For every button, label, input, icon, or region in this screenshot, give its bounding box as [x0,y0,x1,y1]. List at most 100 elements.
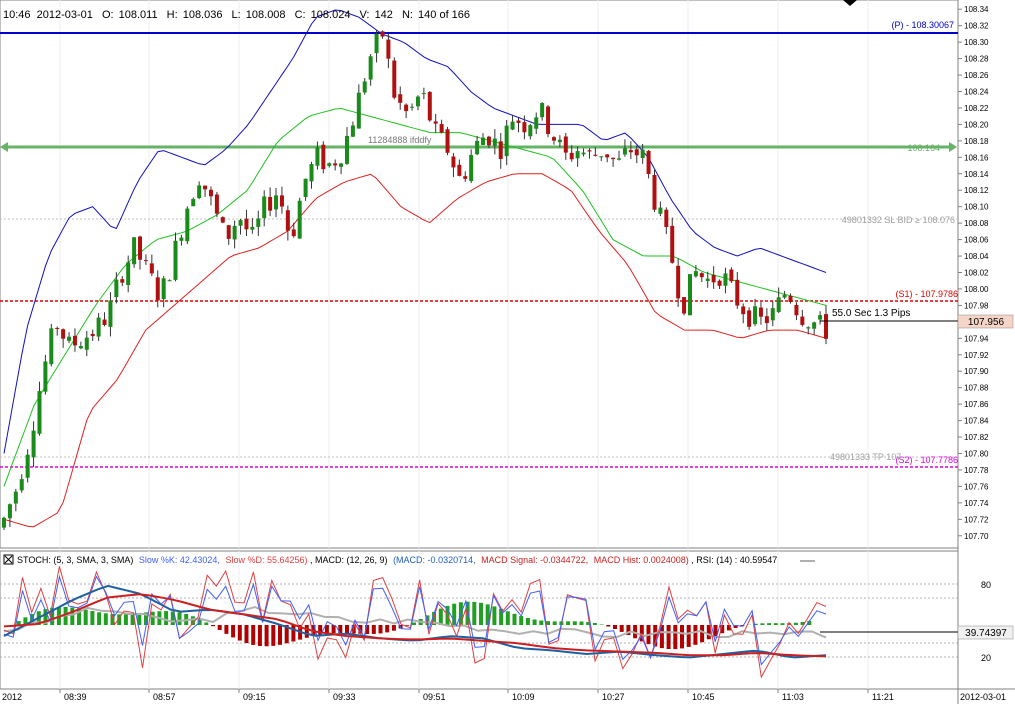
candle-body [794,305,798,315]
macd-hist-bar [580,621,584,625]
indicator-tick-80: 80 [981,580,991,590]
macd-hist-bar [238,625,242,641]
macd-hist-bar [372,625,376,634]
candle-body [209,190,213,197]
candle-body [363,81,367,92]
candle-body [310,164,314,181]
candle-body [747,310,751,326]
candle-body [777,297,781,312]
macd-hist-bar [700,625,704,642]
macd-hist-bar [606,625,610,627]
candle-body [173,241,177,280]
macd-hist-bar [379,625,383,633]
macd-hist-bar [164,611,168,625]
header-low-label: L: [232,9,241,21]
candle-body [670,226,674,263]
macd-hist-bar [204,622,208,625]
y-tick-label: 108.16 [964,153,989,162]
candle-body [712,275,716,282]
candle-body [168,280,172,281]
candle-body [73,336,77,345]
candle-body [114,280,118,297]
candle-body [250,227,254,230]
y-tick-label: 108.10 [964,203,989,212]
macd-hist-bar [539,621,543,625]
candle-body [26,455,30,478]
candle-body [511,122,515,130]
candle-body [49,328,53,364]
candle-body [552,137,556,140]
macd-hist-bar [178,612,182,625]
candle-body [428,92,432,120]
candle-body [676,266,680,299]
y-tick-label: 107.90 [964,367,989,376]
candle-body [576,151,580,158]
candle-body [286,210,290,231]
y-tick-label: 108.18 [964,137,989,146]
indicator-legend: STOCH: (5, 3, SMA, 3, SMA) Slow %K: 42.4… [17,555,777,565]
candle-body [398,94,402,103]
legend-macd: , MACD: (12, 26, 9) [310,555,388,565]
y-tick-label: 107.86 [964,400,989,409]
current-price-value: 107.956 [968,317,1005,328]
indicator-tick-20: 20 [981,653,991,663]
candle-body [274,195,278,209]
macd-hist-bar [385,625,389,632]
candle-body [292,229,296,236]
candle-body [505,126,509,157]
header-date: 2012-03-01 [37,9,93,21]
time-x-axis: 201208:3908:5709:1509:3309:5110:0910:271… [2,689,1006,702]
macd-hist-bar [124,614,128,625]
candle-body [658,208,662,214]
y-tick-label: 107.76 [964,482,989,491]
candle-body [570,153,574,159]
macd-hist-bar [593,623,597,625]
macd-hist-bar [278,625,282,645]
candle-body [806,327,810,328]
candle-body [463,176,467,179]
candle-body [108,301,112,327]
macd-hist-bar [620,625,624,632]
candle-body [629,150,633,152]
y-tick-label: 107.94 [964,334,989,343]
y-tick-label: 108.06 [964,236,989,245]
chart-svg: 108.34108.32108.30108.28108.26108.24108.… [0,0,1015,704]
price-y-axis: 108.34108.32108.30108.28108.26108.24108.… [958,5,989,541]
candle-body [469,155,473,181]
candle-body [120,279,124,283]
order-label: 11284888 ifddfy [368,135,432,145]
header-time: 10:46 [3,9,31,21]
candle-body [227,225,231,239]
candle-body [771,308,775,320]
y-tick-label: 108.08 [964,219,989,228]
x-tick-label: 09:33 [333,692,356,702]
y-tick-label: 107.88 [964,384,989,393]
candle-body [132,237,136,264]
candle-body [546,106,550,133]
candle-body [20,479,24,490]
y-tick-label: 108.12 [964,186,989,195]
macd-hist-bar [767,623,771,625]
macd-hist-bar [218,625,222,630]
candle-body [664,210,668,227]
candle-body [280,195,284,206]
candle-body [493,139,497,146]
macd-hist-bar [265,625,269,646]
header-volume: 142 [375,9,393,21]
macd-hist-bar [97,612,101,625]
candle-body [339,163,343,166]
candle-body [558,140,562,142]
macd-hist-bar [492,606,496,625]
header-open-label: O: [102,9,114,21]
tp-order-label: 49801333 TP 107 [830,452,901,462]
y-tick-label: 108.30 [964,38,989,47]
candle-body [564,137,568,153]
macd-hist-bar [472,602,476,625]
macd-hist-bar [613,625,617,629]
candle-body [410,107,414,108]
candle-body [440,124,444,132]
candle-body [605,154,609,157]
candle-body [824,314,828,339]
candle-body [617,158,621,159]
macd-hist-bar [760,623,764,625]
